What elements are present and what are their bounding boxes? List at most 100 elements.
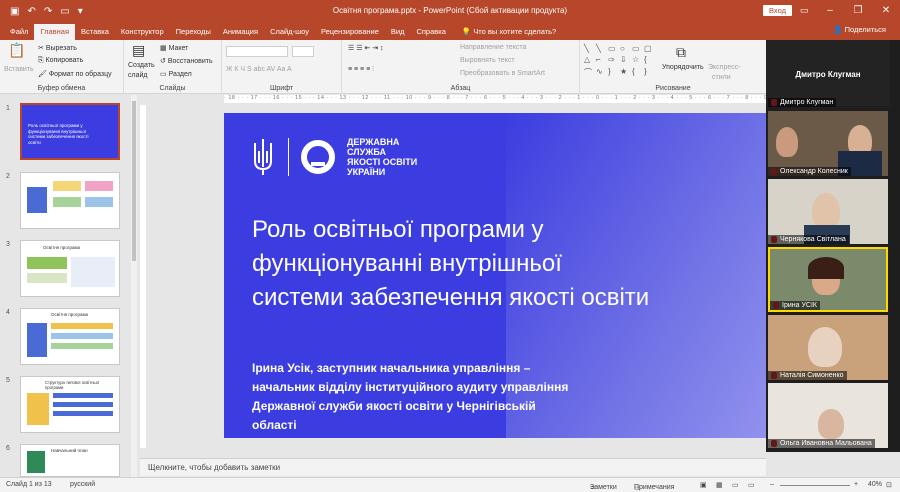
align-buttons[interactable]: ≡ ≡ ≡ ≡ ⫶ xyxy=(348,66,374,74)
format-painter-button[interactable]: 🖌 Формат по образцу xyxy=(38,70,112,78)
ribbon: Вставить 📋 ✂ Вырезать ⎘ Копировать 🖌 Фор… xyxy=(0,40,900,94)
tab-view[interactable]: Вид xyxy=(385,24,411,40)
zoom-in-icon[interactable]: + xyxy=(854,481,858,488)
slideshow-view-icon[interactable]: ▭ xyxy=(748,481,755,489)
slide-counter: Слайд 1 из 13 xyxy=(6,481,52,488)
fit-slide-icon[interactable]: ⊡ xyxy=(886,481,892,489)
participant-tile[interactable]: Чернякова Світлана xyxy=(768,179,888,244)
horizontal-scrollbar[interactable] xyxy=(140,448,766,458)
new-slide-button[interactable]: Создать xyxy=(128,62,155,69)
thumb-title: Навчальний план xyxy=(51,448,88,453)
tab-home[interactable]: Главная xyxy=(34,24,75,40)
close-icon[interactable]: ✕ xyxy=(872,0,900,22)
tab-insert[interactable]: Вставка xyxy=(75,24,115,40)
smartart-button[interactable]: Преобразовать в SmartArt xyxy=(460,70,545,77)
normal-view-icon[interactable]: ▣ xyxy=(700,481,707,489)
section-button[interactable]: ▭ Раздел xyxy=(160,70,192,78)
slide-thumbnails-panel: 1 Роль освітньої програми у функціонуван… xyxy=(0,95,140,477)
layout-icon: ▦ xyxy=(160,45,169,52)
paste-icon: 📋 xyxy=(8,42,26,58)
slide-number: 5 xyxy=(6,377,10,384)
zoom-level[interactable]: 40% xyxy=(868,481,882,488)
ribbon-display-icon[interactable]: ▭ xyxy=(800,5,809,16)
quick-styles-label: стили xyxy=(712,74,731,81)
font-format-buttons[interactable]: Ж К Ч S abc AV Aa A xyxy=(226,66,292,73)
tab-slideshow[interactable]: Слайд-шоу xyxy=(264,24,315,40)
slide-number: 4 xyxy=(6,309,10,316)
slide-thumbnail-1[interactable]: Роль освітньої програми у функціонуванні… xyxy=(20,103,120,160)
slide-subtitle[interactable]: Ірина Усік, заступник начальника управлі… xyxy=(252,359,582,435)
notes-pane[interactable]: Щелкните, чтобы добавить заметки xyxy=(140,458,766,476)
align-text-button[interactable]: Выровнять текст xyxy=(460,57,515,64)
participant-tile[interactable]: Наталія Симоненко xyxy=(768,315,888,380)
trident-icon xyxy=(254,139,272,175)
copy-icon: ⎘ xyxy=(38,57,46,64)
slide-thumbnail-5[interactable]: Структура типової освітньої програми xyxy=(20,376,120,433)
restore-icon[interactable]: ❐ xyxy=(844,0,872,22)
scrollbar-thumb[interactable] xyxy=(132,101,136,261)
slide-thumbnail-4[interactable]: Освітня програма xyxy=(20,308,120,365)
logo-divider xyxy=(288,138,289,176)
slide-title[interactable]: Роль освітньої програми у функціонуванні… xyxy=(252,213,652,315)
sorter-view-icon[interactable]: ▦ xyxy=(716,481,723,489)
scissors-icon: ✂ xyxy=(38,45,46,52)
paste-button[interactable]: Вставить xyxy=(4,66,34,73)
participant-tile[interactable]: Ольга Ивановна Мальована xyxy=(768,383,888,448)
reset-button[interactable]: ↺ Восстановить xyxy=(160,57,213,65)
slide-thumbnail-6[interactable]: Навчальний план xyxy=(20,444,120,477)
tab-file[interactable]: Файл xyxy=(4,24,34,40)
rectangle-icon: ▭ xyxy=(608,44,616,53)
org-name: ДЕРЖАВНА СЛУЖБА ЯКОСТІ ОСВІТИ УКРАЇНИ xyxy=(347,137,418,177)
list-buttons[interactable]: ☰ ☰ ⇤ ⇥ ↕ xyxy=(348,44,384,52)
thumb-title: Освітня програма xyxy=(43,245,81,250)
slide-canvas[interactable]: ДЕРЖАВНА СЛУЖБА ЯКОСТІ ОСВІТИ УКРАЇНИ Ро… xyxy=(224,113,766,438)
quality-service-logo-icon xyxy=(301,140,335,174)
participant-tile[interactable]: Ірина УСІК xyxy=(768,247,888,312)
thumb-title: Роль освітньої програми у функціонуванні… xyxy=(28,123,89,145)
slide-thumbnail-3[interactable]: Освітня програма xyxy=(20,240,120,297)
thumbnails-scrollbar[interactable] xyxy=(131,95,137,477)
zoom-slider[interactable] xyxy=(780,485,850,486)
font-name-dropdown[interactable] xyxy=(226,46,288,57)
brace-icon: { xyxy=(644,55,647,65)
tab-design[interactable]: Конструктор xyxy=(115,24,170,40)
signin-button[interactable]: Вход xyxy=(763,5,792,16)
language-indicator[interactable]: русский xyxy=(70,481,95,488)
clipboard-group: Вставить 📋 ✂ Вырезать ⎘ Копировать 🖌 Фор… xyxy=(0,40,124,94)
slides-group: ▤ Создать слайд ▦ Макет ↺ Восстановить ▭… xyxy=(124,40,222,94)
participant-video xyxy=(818,409,844,439)
arrange-icon: ⧉ xyxy=(676,44,686,60)
person-icon: 👤 xyxy=(833,25,845,34)
slide-number: 6 xyxy=(6,445,10,452)
cut-button[interactable]: ✂ Вырезать xyxy=(38,44,77,52)
rounded-rect-icon: ▢ xyxy=(644,44,652,53)
star-icon: ★ xyxy=(620,66,628,76)
tell-me-search[interactable]: 💡 Что вы хотите сделать? xyxy=(462,24,556,40)
tab-animations[interactable]: Анимация xyxy=(217,24,264,40)
slide-number: 2 xyxy=(6,173,10,180)
layout-button[interactable]: ▦ Макет xyxy=(160,44,188,52)
text-direction-button[interactable]: Направление текста xyxy=(460,44,526,51)
share-button[interactable]: 👤 Поделиться xyxy=(833,25,886,34)
video-conference-panel: Дмитро Клугман Дмитро Клугман Олександр … xyxy=(766,40,900,452)
tab-help[interactable]: Справка xyxy=(410,24,451,40)
quick-styles-button[interactable]: Экспресс- xyxy=(708,64,741,71)
shapes-gallery[interactable]: ╲ ╲ ▭ ○ ▭ ▢ △ ⌐ ⇨ ⇩ ☆{ ⌒ ∿} ★{} xyxy=(584,44,654,78)
minimize-icon[interactable]: – xyxy=(816,0,844,22)
line-icon: ⌐ xyxy=(596,55,601,65)
font-size-dropdown[interactable] xyxy=(292,46,314,57)
brace-icon: } xyxy=(608,66,611,76)
font-label: Шрифт xyxy=(269,85,294,92)
tab-transitions[interactable]: Переходы xyxy=(170,24,217,40)
participant-tile[interactable]: Олександр Колесник xyxy=(768,111,888,176)
copy-button[interactable]: ⎘ Копировать xyxy=(38,57,83,65)
horizontal-ruler: · 18 · · · 17 · · · 16 · · · 15 · · · 14… xyxy=(224,95,766,103)
zoom-out-icon[interactable]: – xyxy=(770,481,774,488)
curve-icon: ⌒ xyxy=(584,67,592,77)
reading-view-icon[interactable]: ▭ xyxy=(732,481,739,489)
tab-review[interactable]: Рецензирование xyxy=(315,24,385,40)
arrange-button[interactable]: Упорядочить xyxy=(662,64,704,71)
slide-thumbnail-2[interactable] xyxy=(20,172,120,229)
participant-tile[interactable]: Дмитро Клугман xyxy=(768,95,888,107)
vertical-ruler xyxy=(140,105,146,450)
